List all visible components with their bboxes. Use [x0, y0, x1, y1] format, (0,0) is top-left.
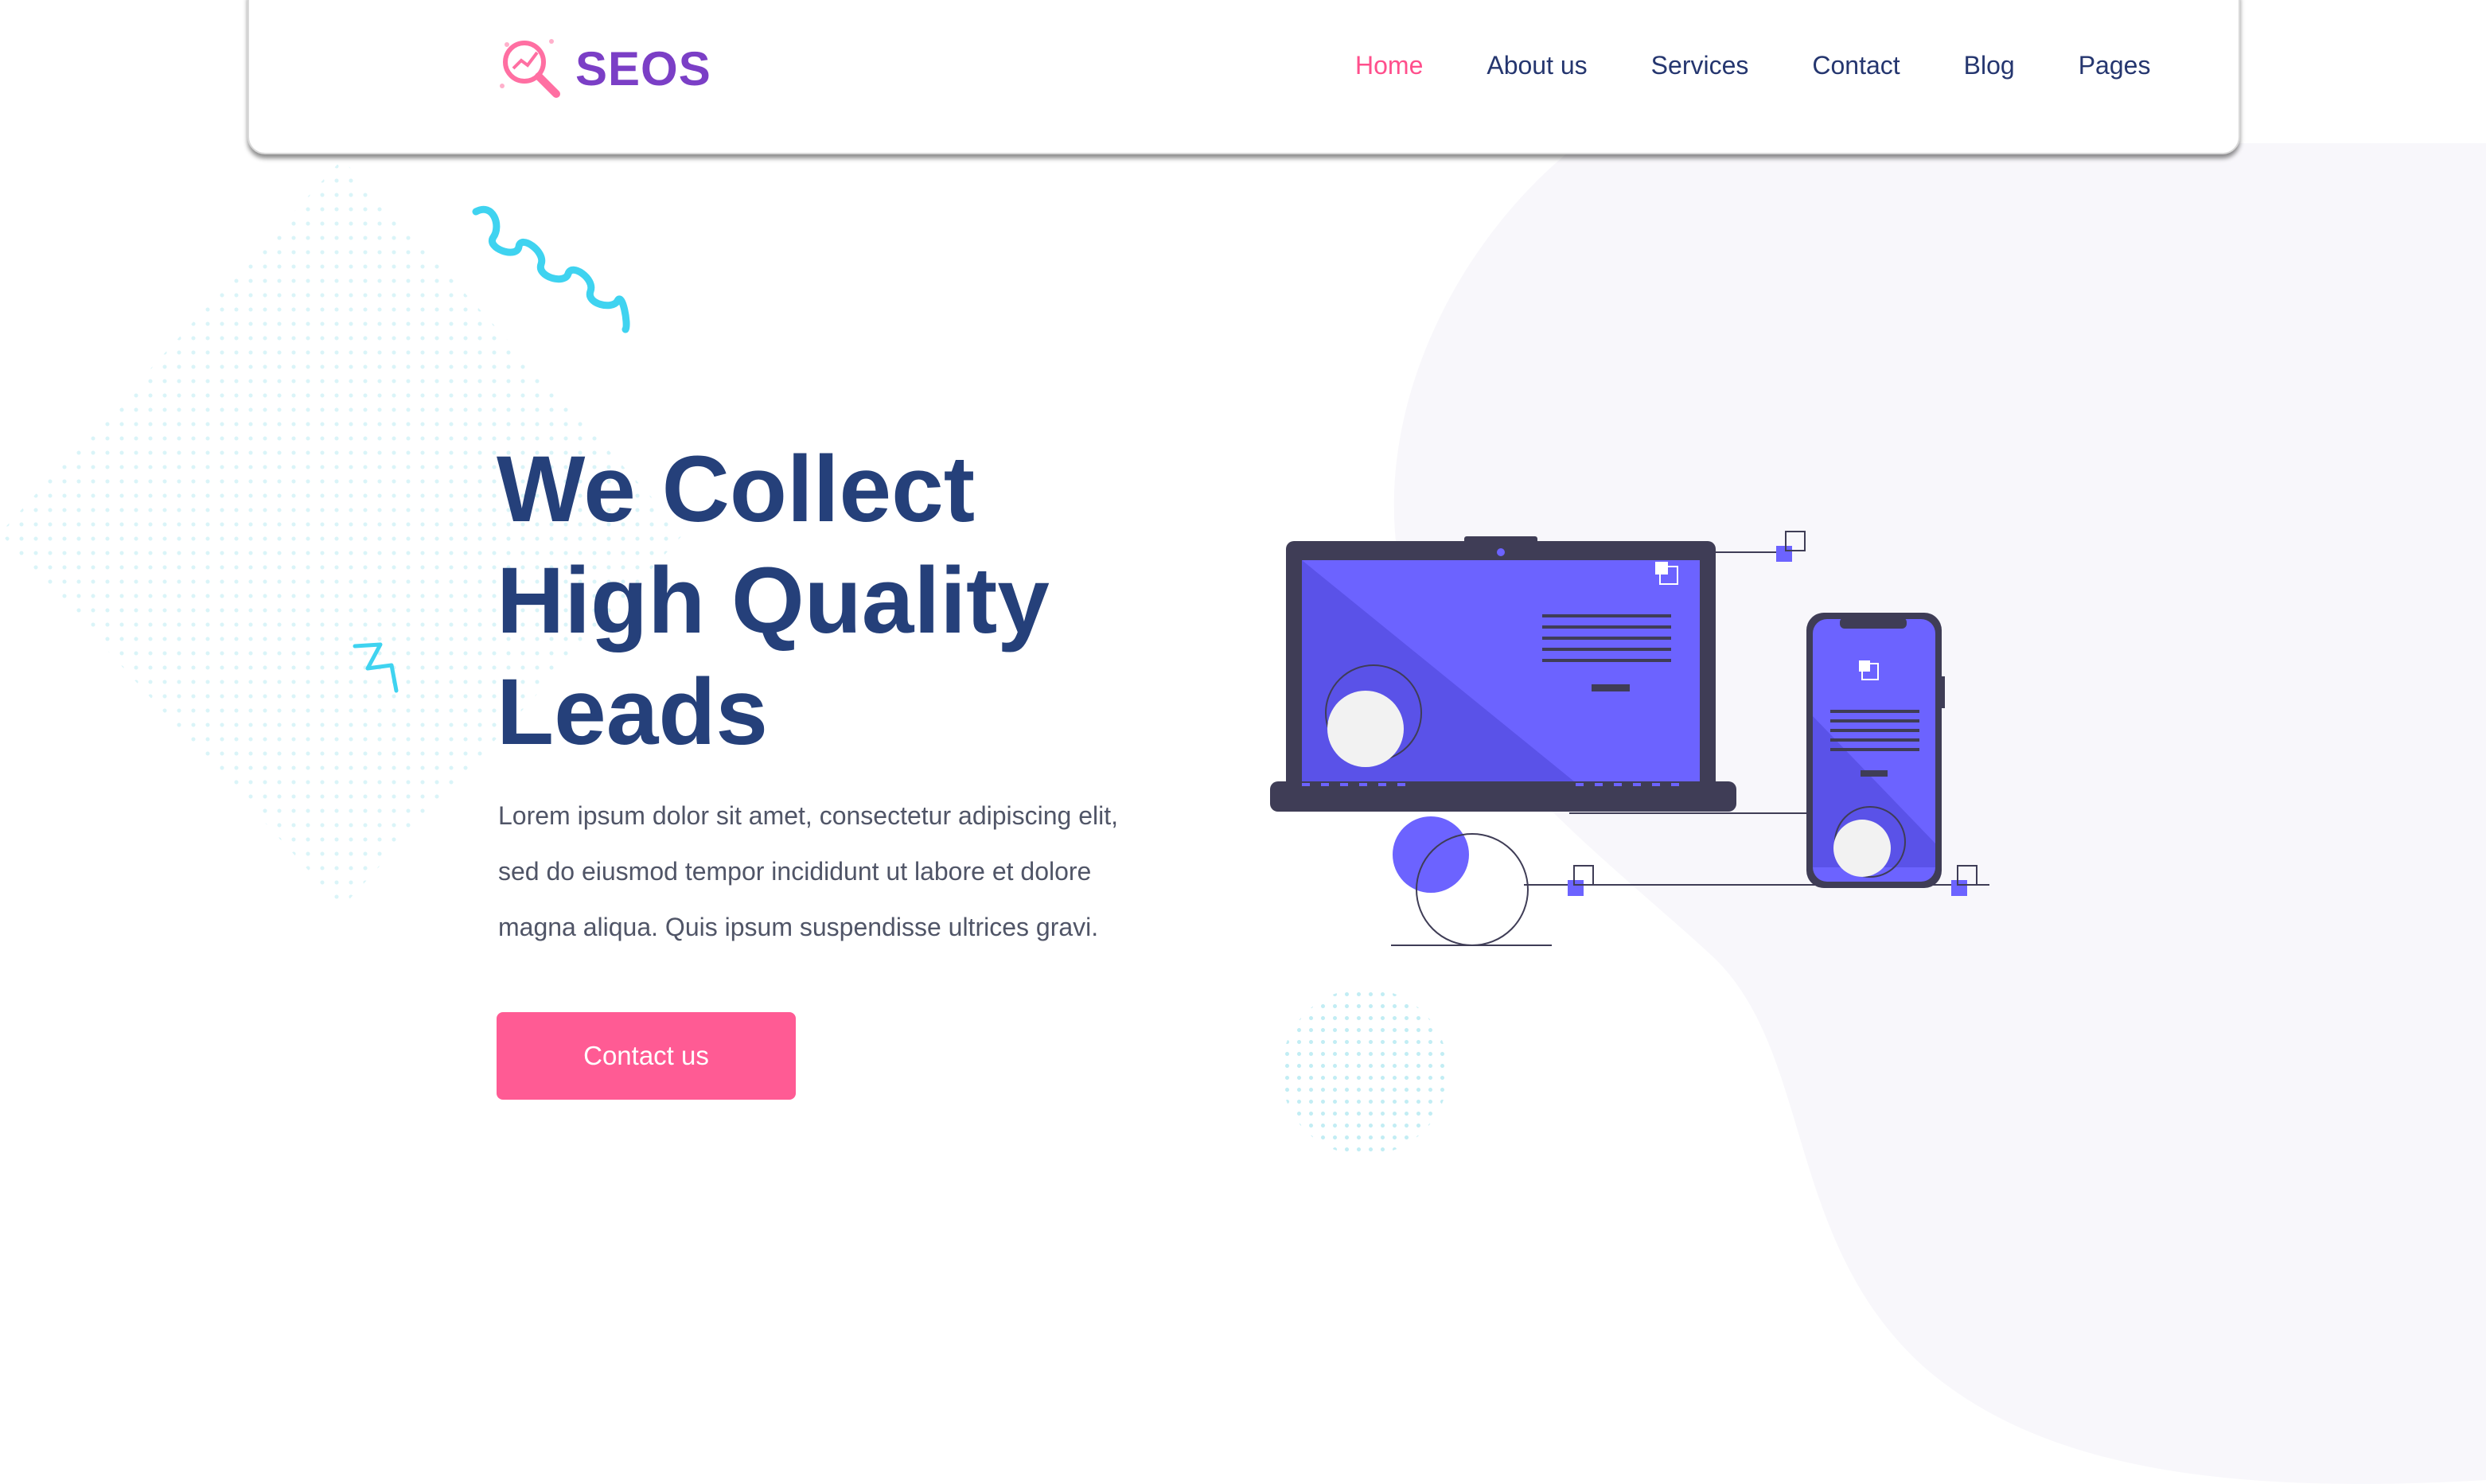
- main-nav: Home About us Services Contact Blog Page…: [1109, 51, 2214, 80]
- nav-contact[interactable]: Contact: [1812, 51, 1900, 80]
- logo[interactable]: SEOS: [496, 33, 711, 103]
- squiggle-decoration: [472, 205, 630, 333]
- hero-title: We Collect High Quality Leads: [497, 434, 1213, 768]
- hero-description-line: sed do eiusmod tempor incididunt ut labo…: [498, 857, 1092, 886]
- hero-title-line: High Quality: [497, 548, 1050, 653]
- contact-us-button[interactable]: Contact us: [497, 1012, 796, 1100]
- smartphone-icon: [1806, 613, 1945, 888]
- nav-about-us[interactable]: About us: [1487, 51, 1587, 80]
- hero-description: Lorem ipsum dolor sit amet, consectetur …: [498, 788, 1246, 955]
- hero-title-line: We Collect: [497, 437, 976, 542]
- nav-services[interactable]: Services: [1651, 51, 1749, 80]
- laptop-icon: [1270, 536, 1736, 812]
- site-header: SEOS Home About us Services Contact Blog…: [247, 0, 2240, 154]
- hero-description-line: Lorem ipsum dolor sit amet, consectetur …: [498, 801, 1119, 830]
- hero-description-line: magna aliqua. Quis ipsum suspendisse ult…: [498, 913, 1099, 941]
- nav-blog[interactable]: Blog: [1964, 51, 2015, 80]
- brand-name: SEOS: [575, 41, 711, 95]
- devices-illustration: [1270, 531, 1989, 946]
- nav-pages[interactable]: Pages: [2079, 51, 2151, 80]
- nav-home[interactable]: Home: [1355, 51, 1423, 80]
- zigzag-decoration: [353, 642, 399, 693]
- dot-pattern-circle: [1281, 988, 1448, 1155]
- magnifier-chart-icon: [496, 33, 566, 103]
- hero-title-line: Leads: [497, 660, 769, 765]
